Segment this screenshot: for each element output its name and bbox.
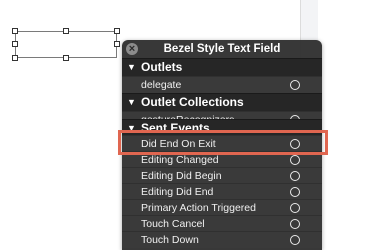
resize-handle-top-left[interactable] <box>12 28 18 34</box>
event-row-touch-cancel[interactable]: Touch Cancel <box>122 215 322 232</box>
selected-text-field[interactable] <box>15 31 117 58</box>
event-row-editing-did-begin[interactable]: Editing Did Begin <box>122 167 322 184</box>
row-label: Touch Down <box>141 234 199 246</box>
highlight-box <box>118 130 328 155</box>
connection-circle-icon[interactable] <box>290 80 300 90</box>
connection-circle-icon[interactable] <box>290 187 300 197</box>
resize-handle-middle-right[interactable] <box>114 41 120 47</box>
row-label: delegate <box>141 79 182 91</box>
event-row-editing-did-end[interactable]: Editing Did End <box>122 183 322 200</box>
resize-handle-bottom-middle[interactable] <box>63 55 69 61</box>
row-label: Editing Did Begin <box>141 170 222 182</box>
connection-circle-icon[interactable] <box>290 171 300 181</box>
event-row-touch-down[interactable]: Touch Down <box>122 231 322 248</box>
section-outlet-collections[interactable]: ▼ Outlet Collections <box>122 93 322 111</box>
resize-handle-middle-left[interactable] <box>12 41 18 47</box>
disclosure-triangle-icon[interactable]: ▼ <box>127 94 136 111</box>
section-label: Outlet Collections <box>141 95 244 109</box>
panel-title: Bezel Style Text Field <box>163 43 281 55</box>
row-label: Touch Cancel <box>141 218 205 230</box>
canvas-margin <box>318 0 380 244</box>
resize-handle-top-right[interactable] <box>114 28 120 34</box>
resize-handle-top-middle[interactable] <box>63 28 69 34</box>
section-label: Outlets <box>141 60 183 74</box>
connection-circle-icon[interactable] <box>290 155 300 165</box>
outlet-row-delegate[interactable]: delegate <box>122 76 322 93</box>
connection-circle-icon[interactable] <box>290 219 300 229</box>
section-outlets[interactable]: ▼ Outlets <box>122 58 322 76</box>
resize-handle-bottom-left[interactable] <box>12 55 18 61</box>
close-icon[interactable]: × <box>126 43 138 55</box>
row-label: Primary Action Triggered <box>141 202 256 214</box>
disclosure-triangle-icon[interactable]: ▼ <box>127 59 136 76</box>
connection-circle-icon[interactable] <box>290 203 300 213</box>
row-label: Editing Did End <box>141 186 214 198</box>
event-row-primary-action-triggered[interactable]: Primary Action Triggered <box>122 199 322 216</box>
